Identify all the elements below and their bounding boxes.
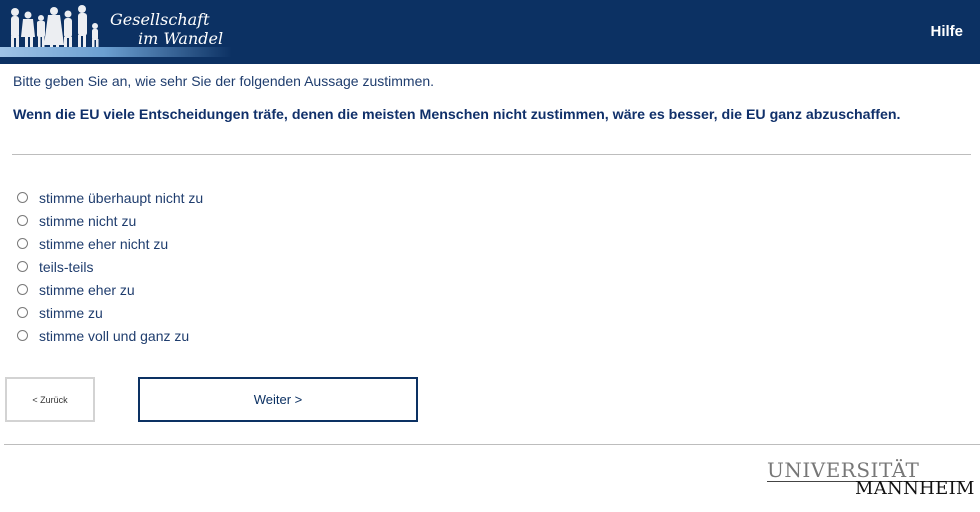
logo-line1: Gesellschaft [110, 10, 210, 29]
instruction-text: Bitte geben Sie an, wie sehr Sie der fol… [13, 73, 435, 89]
answer-options: stimme überhaupt nicht zu stimme nicht z… [17, 186, 203, 347]
help-link[interactable]: Hilfe [930, 23, 963, 40]
option-stimme-eher-nicht-zu[interactable]: stimme eher nicht zu [17, 232, 203, 255]
option-label[interactable]: stimme eher nicht zu [39, 236, 168, 252]
radio-button[interactable] [17, 215, 28, 226]
option-label[interactable]: stimme nicht zu [39, 213, 136, 229]
divider [12, 154, 971, 155]
radio-button[interactable] [17, 330, 28, 341]
gesellschaft-im-wandel-logo: Gesellschaft im Wandel [0, 0, 240, 64]
radio-button[interactable] [17, 284, 28, 295]
header-bar: Gesellschaft im Wandel Hilfe [0, 0, 980, 64]
option-stimme-voll-und-ganz-zu[interactable]: stimme voll und ganz zu [17, 324, 203, 347]
radio-button[interactable] [17, 192, 28, 203]
option-label[interactable]: stimme eher zu [39, 282, 135, 298]
logo-stripe [0, 47, 232, 57]
option-stimme-ueberhaupt-nicht-zu[interactable]: stimme überhaupt nicht zu [17, 186, 203, 209]
uni-logo-line2: MANNHEIM [855, 478, 975, 499]
university-mannheim-logo: UNIVERSITÄT MANNHEIM [767, 458, 974, 499]
option-label[interactable]: stimme voll und ganz zu [39, 328, 189, 344]
back-button[interactable]: < Zurück [5, 377, 95, 422]
next-button[interactable]: Weiter > [138, 377, 418, 422]
question-text: Wenn die EU viele Entscheidungen träfe, … [13, 107, 901, 123]
option-label[interactable]: stimme zu [39, 305, 103, 321]
option-teils-teils[interactable]: teils-teils [17, 255, 203, 278]
option-stimme-nicht-zu[interactable]: stimme nicht zu [17, 209, 203, 232]
radio-button[interactable] [17, 261, 28, 272]
footer-divider [4, 444, 980, 445]
option-label[interactable]: teils-teils [39, 259, 93, 275]
logo-line2: im Wandel [138, 29, 224, 48]
radio-button[interactable] [17, 238, 28, 249]
option-stimme-zu[interactable]: stimme zu [17, 301, 203, 324]
option-stimme-eher-zu[interactable]: stimme eher zu [17, 278, 203, 301]
radio-button[interactable] [17, 307, 28, 318]
option-label[interactable]: stimme überhaupt nicht zu [39, 190, 203, 206]
logo-text: Gesellschaft im Wandel [110, 10, 223, 48]
